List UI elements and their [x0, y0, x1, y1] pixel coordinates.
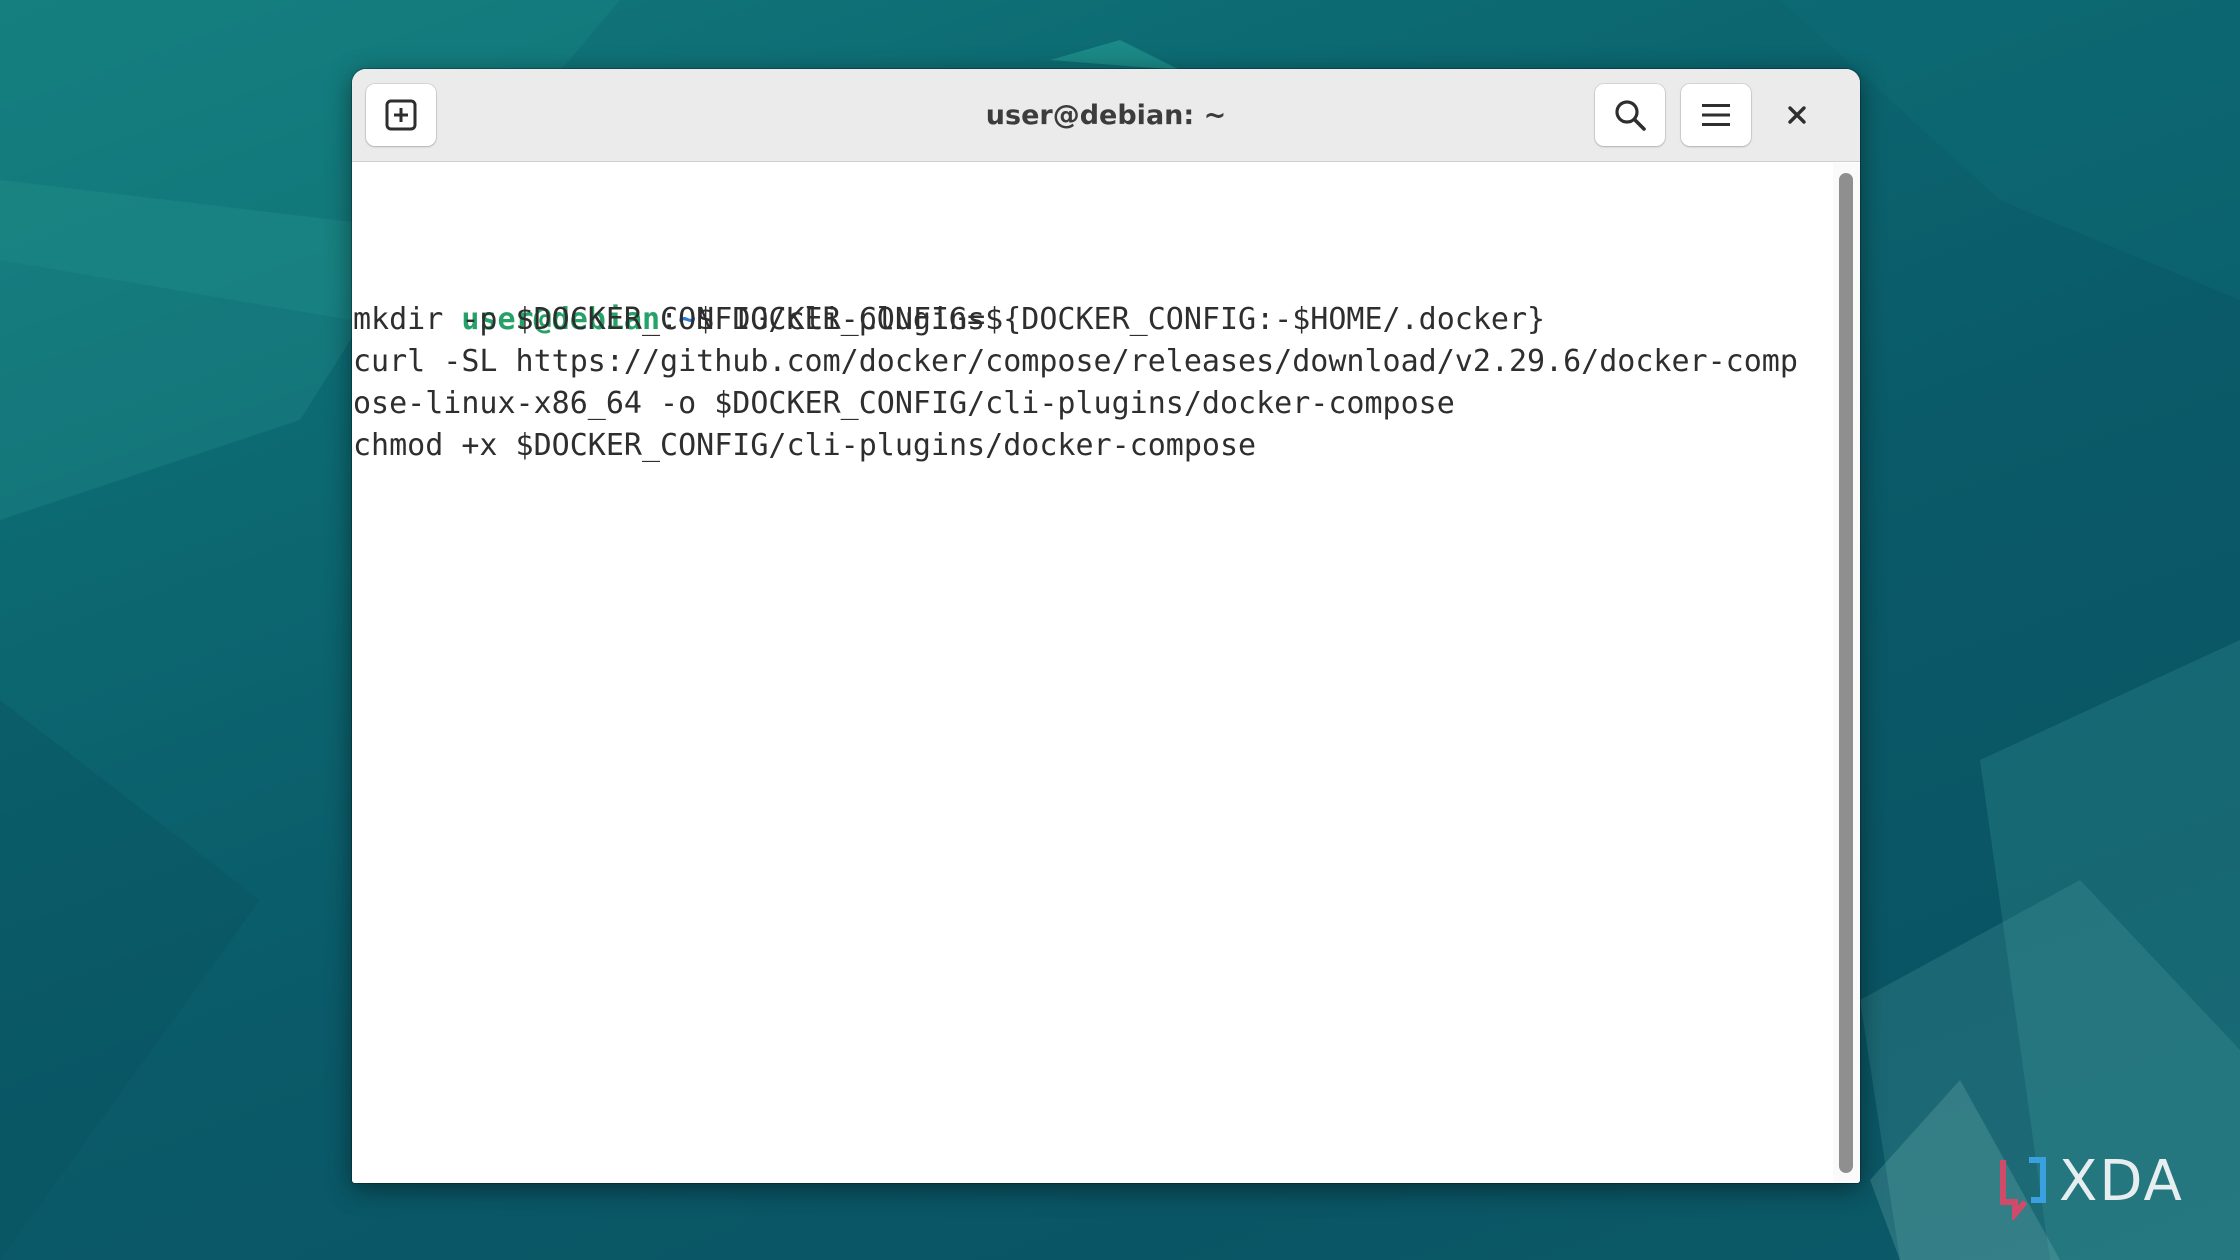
terminal-line-1: user@debian:~$ DOCKER_CONFIG=${DOCKER_CO… — [353, 257, 1545, 337]
xda-logo-icon — [2000, 1157, 2046, 1220]
header-bar: user@debian: ~ — [352, 69, 1860, 162]
close-button[interactable] — [1770, 88, 1824, 142]
window-title: user@debian: ~ — [985, 100, 1227, 131]
main-menu-button[interactable] — [1681, 84, 1751, 146]
new-tab-button[interactable] — [366, 84, 436, 146]
xda-watermark: XDA — [1995, 1150, 2215, 1220]
close-icon — [1788, 106, 1806, 124]
terminal-line-5: chmod +x $DOCKER_CONFIG/cli-plugins/dock… — [353, 428, 1257, 463]
terminal-window: user@debian: ~ user@debian:~$ DOCKER_CON… — [352, 69, 1860, 1183]
terminal-line-2: mkdir -p $DOCKER_CONFIG/cli-plugins — [353, 302, 986, 337]
new-tab-icon — [385, 99, 417, 131]
terminal-line-4: ose-linux-x86_64 -o $DOCKER_CONFIG/cli-p… — [353, 386, 1455, 421]
terminal-output[interactable]: user@debian:~$ DOCKER_CONFIG=${DOCKER_CO… — [352, 163, 1832, 1183]
terminal-line-3: curl -SL https://github.com/docker/compo… — [353, 344, 1798, 379]
scrollbar-thumb[interactable] — [1839, 173, 1853, 1173]
watermark-text: XDA — [2059, 1149, 2184, 1214]
hamburger-menu-icon — [1702, 104, 1730, 126]
search-button[interactable] — [1595, 84, 1665, 146]
search-icon — [1615, 100, 1646, 131]
